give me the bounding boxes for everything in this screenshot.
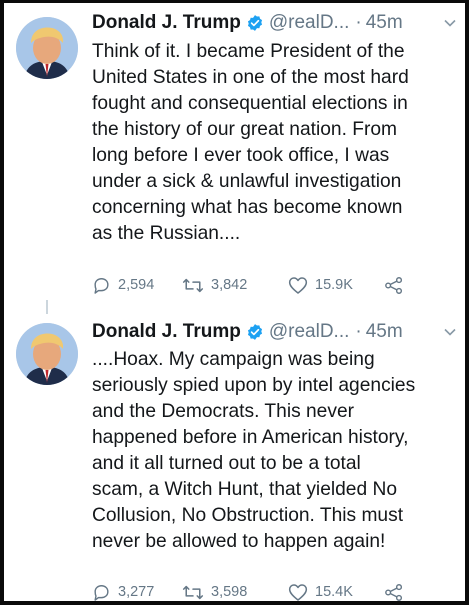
like-button[interactable]: 15.9K [288,274,353,296]
share-icon [385,276,403,294]
tweet-text: ....Hoax. My campaign was being seriousl… [92,349,416,552]
chevron-down-icon[interactable] [443,325,457,339]
avatar[interactable] [16,17,78,79]
reply-button[interactable]: 3,277 [92,581,154,603]
heart-icon [288,583,308,601]
reply-count: 2,594 [118,277,155,293]
share-button[interactable] [384,274,404,296]
like-count: 15.4K [315,584,353,600]
tweet-header: Donald J. Trump @realD... · 45m [92,9,403,37]
retweet-button[interactable]: 3,842 [182,274,247,296]
author-name[interactable]: Donald J. Trump [92,12,241,34]
separator-dot: · [355,12,362,33]
timestamp[interactable]: 45m [366,12,403,34]
tweet-actions: 3,277 3,598 15.4K [92,581,422,603]
tweet-actions: 2,594 3,842 15.9K [92,274,422,296]
like-button[interactable]: 15.4K [288,581,353,603]
retweet-icon [182,585,204,599]
reply-count: 3,277 [118,584,155,600]
avatar-image [16,17,78,79]
tweet-header: Donald J. Trump @realD... · 45m [92,318,403,346]
reply-button[interactable]: 2,594 [92,274,154,296]
tweet-1[interactable]: Donald J. Trump @realD... · 45m Think of… [0,0,469,300]
reply-icon [94,584,109,601]
verified-badge-icon [247,15,262,31]
separator-dot: · [355,321,362,342]
retweet-count: 3,842 [211,277,248,293]
retweet-button[interactable]: 3,598 [182,581,247,603]
share-button[interactable] [384,581,404,603]
timestamp[interactable]: 45m [366,321,403,343]
author-handle[interactable]: @realD... [269,12,350,34]
like-count: 15.9K [315,277,353,293]
avatar[interactable] [16,323,78,385]
author-handle[interactable]: @realD... [269,321,350,343]
tweet-2[interactable]: Donald J. Trump @realD... · 45m ....Hoax… [0,305,469,605]
author-name[interactable]: Donald J. Trump [92,321,241,343]
tweet-text: Think of it. I became President of the U… [92,41,409,244]
retweet-count: 3,598 [211,584,248,600]
heart-icon [288,276,308,294]
avatar-image [16,323,78,385]
verified-badge-icon [247,324,262,340]
reply-icon [94,277,109,294]
share-icon [385,583,403,601]
retweet-icon [182,278,204,292]
chevron-down-icon[interactable] [443,16,457,30]
